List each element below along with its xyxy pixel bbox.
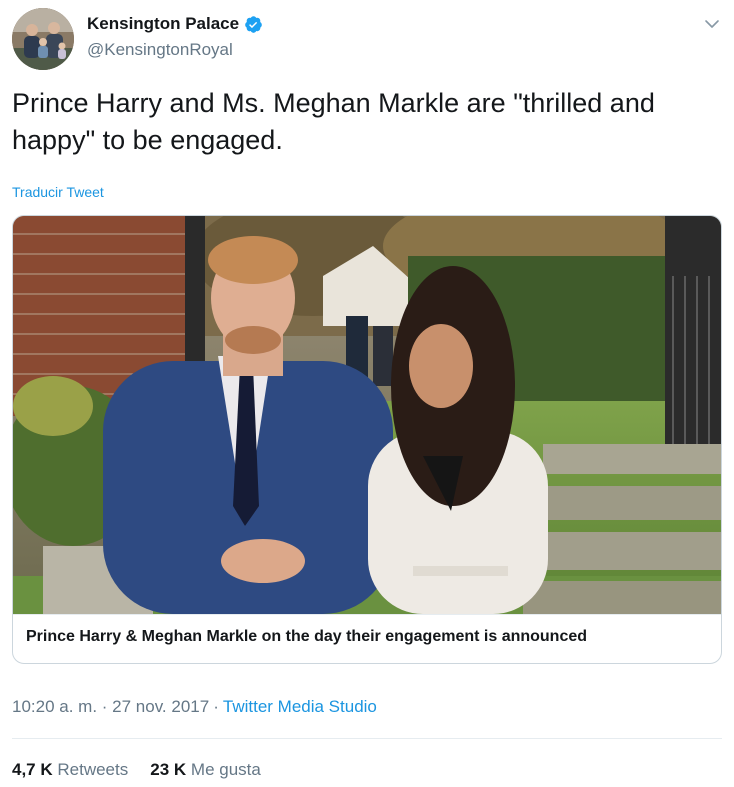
author-handle[interactable]: @KensingtonRoyal [87,40,233,60]
likes-label: Me gusta [190,760,261,779]
tweet-text: Prince Harry and Ms. Meghan Markle are "… [12,88,655,155]
retweets-stat[interactable]: 4,7 K Retweets [12,760,128,780]
avatar[interactable] [12,8,74,70]
divider [12,738,722,739]
tweet-stats: 4,7 K Retweets 23 K Me gusta [12,760,261,780]
card-caption[interactable]: Prince Harry & Meghan Markle on the day … [13,614,721,663]
tweet-source-link[interactable]: Twitter Media Studio [223,697,377,716]
avatar-photo [12,8,74,70]
tweet-meta: 10:20 a. m. · 27 nov. 2017 · Twitter Media… [12,697,377,717]
author-name-row[interactable]: Kensington Palace [87,14,263,34]
verified-badge-icon [245,15,262,33]
translate-tweet-link[interactable]: Traducir Tweet [12,184,104,200]
media-card[interactable]: Prince Harry & Meghan Markle on the day … [12,215,722,664]
author-display-name[interactable]: Kensington Palace [87,14,239,34]
retweets-count: 4,7 K [12,760,53,779]
tweet-header: Kensington Palace @KensingtonRoyal [12,8,722,70]
chevron-down-icon[interactable] [702,14,722,34]
tweet-timestamp[interactable]: 10:20 a. m. · 27 nov. 2017 [12,697,209,716]
likes-stat[interactable]: 23 K Me gusta [150,760,261,780]
retweets-label: Retweets [57,760,129,779]
meta-separator: · [213,697,219,716]
likes-count: 23 K [150,760,187,779]
card-photo[interactable] [13,216,721,614]
